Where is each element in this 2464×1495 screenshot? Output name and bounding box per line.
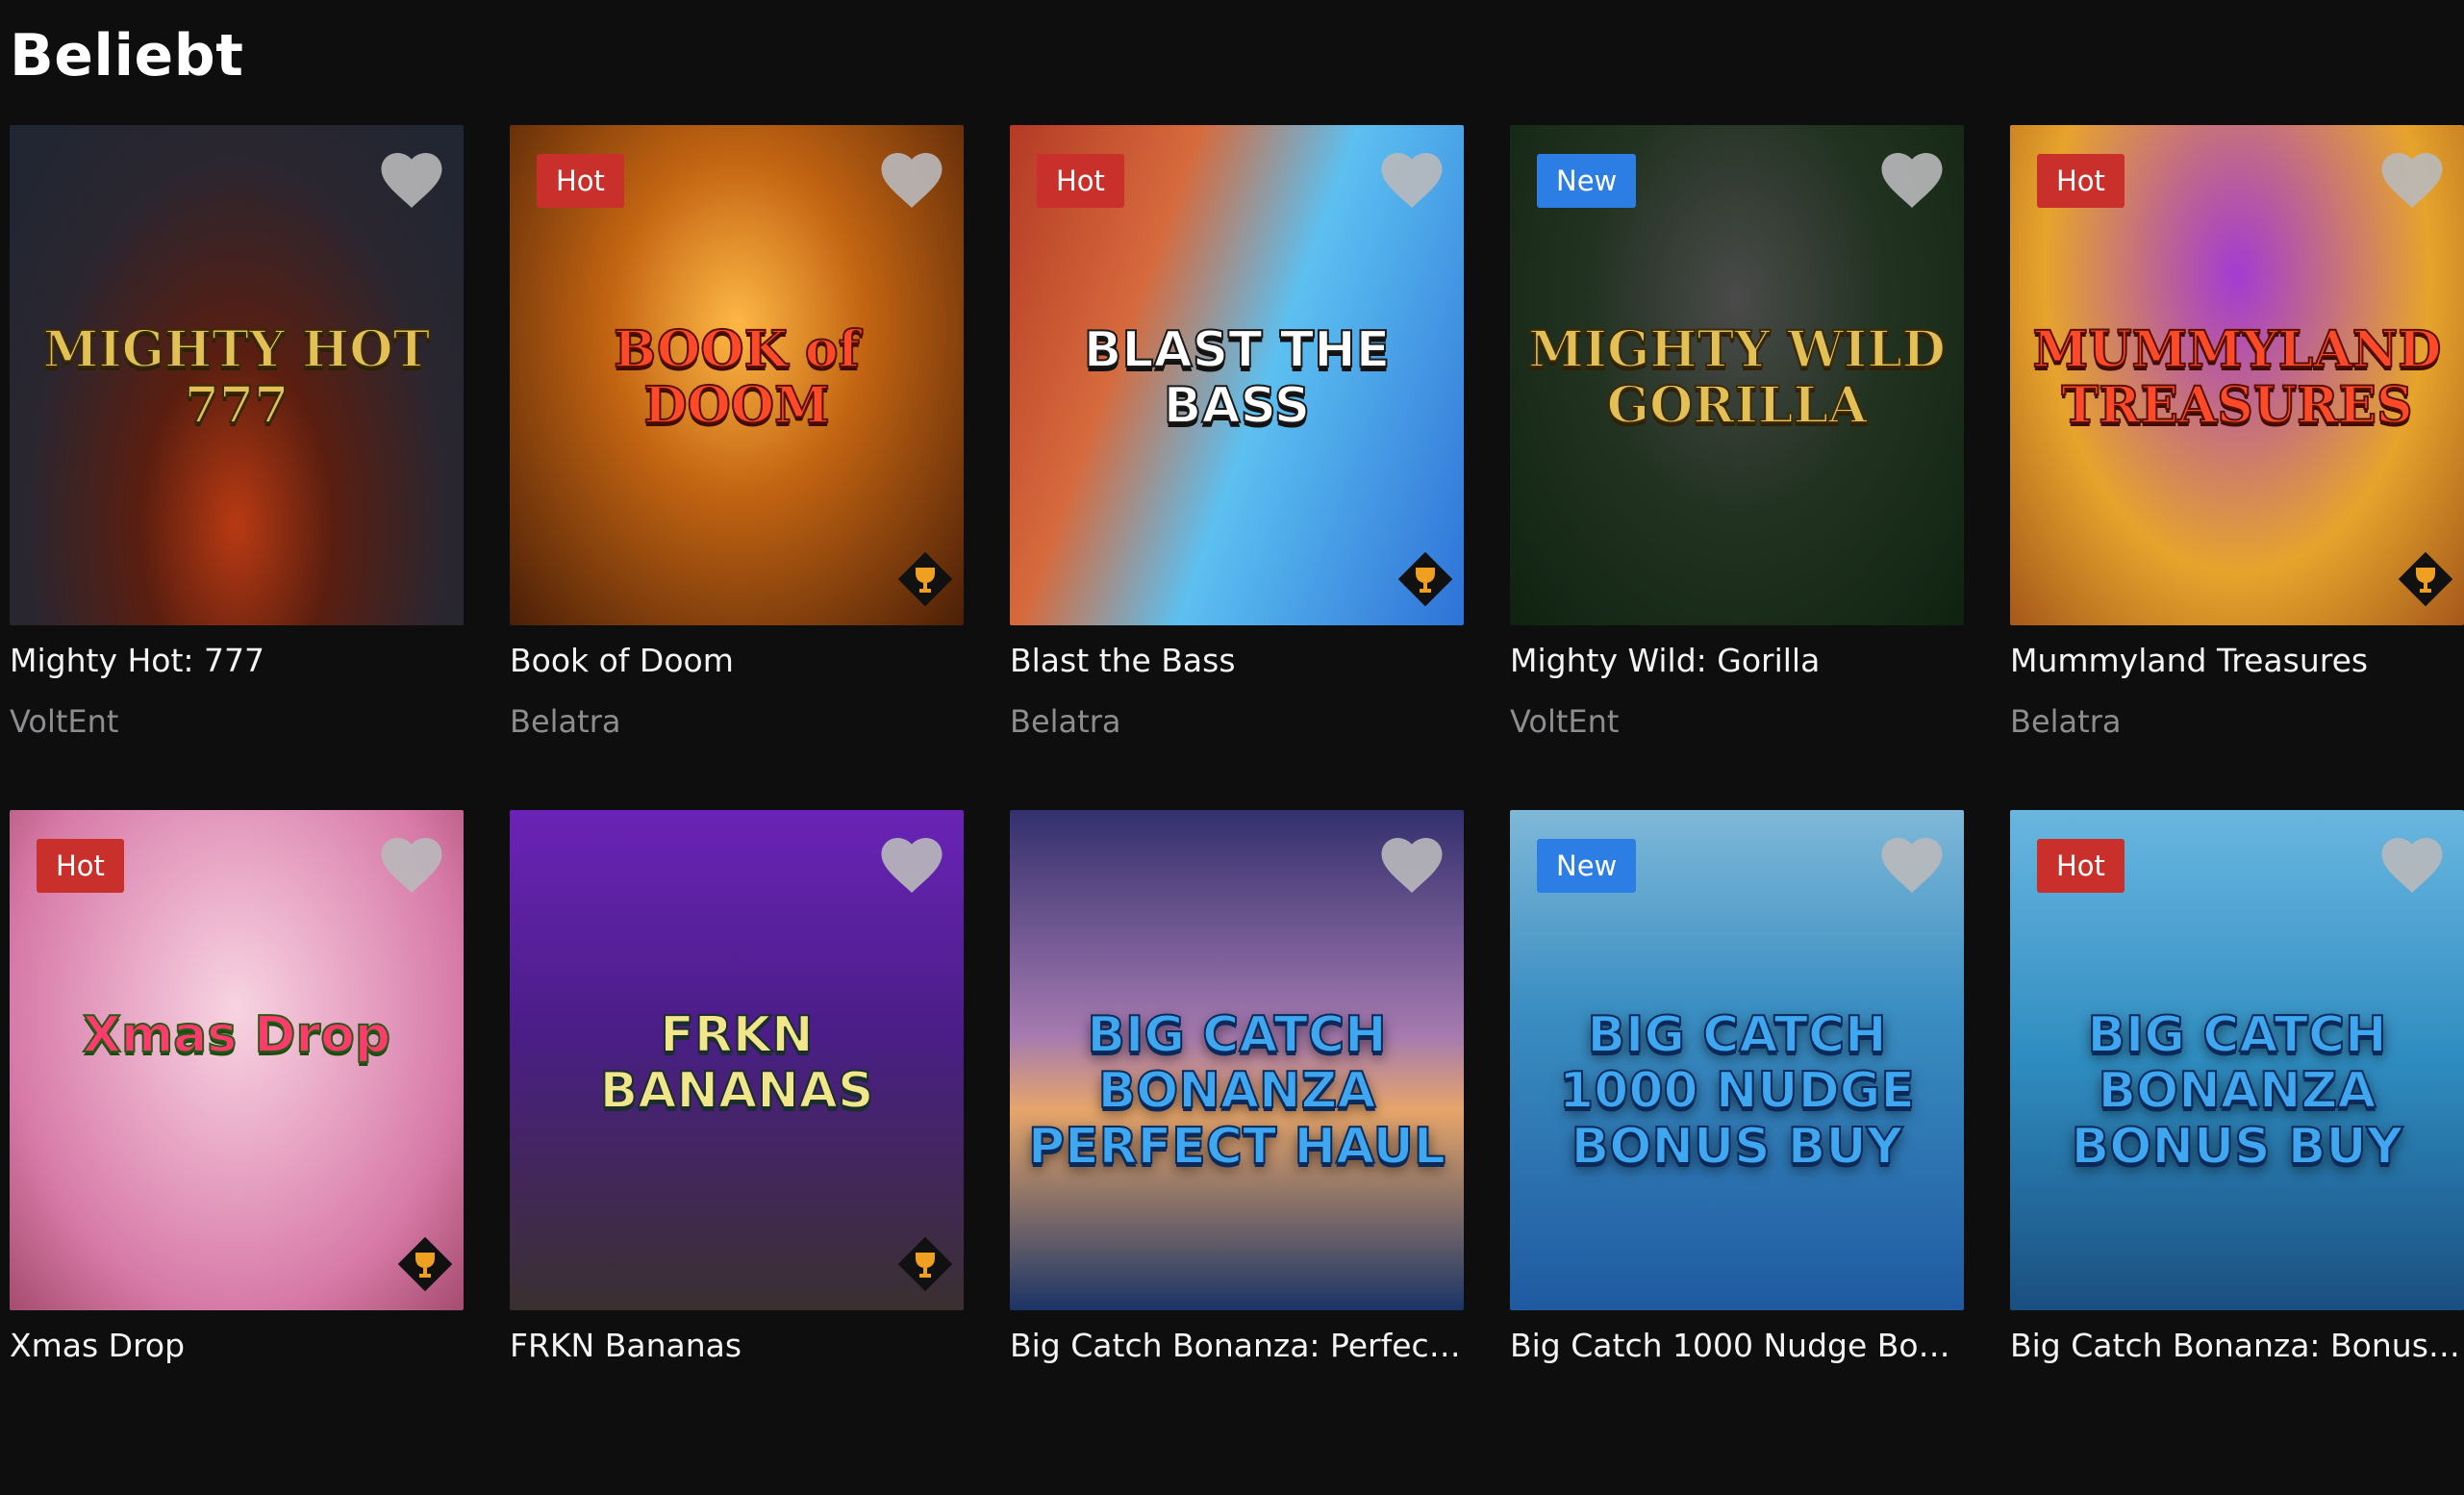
game-title[interactable]: Mighty Wild: Gorilla <box>1510 640 1964 682</box>
game-card[interactable]: BOOK of DOOM Hot Book of Doom Belatra <box>510 125 964 810</box>
game-provider: Belatra <box>1010 703 1121 740</box>
heart-icon[interactable] <box>1377 148 1446 210</box>
game-logo: MUMMYLAND TREASURES <box>2032 320 2443 435</box>
game-thumbnail[interactable]: BIG CATCH BONANZA PERFECT HAUL <box>1010 810 1464 1310</box>
game-card[interactable]: BLAST THE BASS Hot Blast the Bass Belatr… <box>1010 125 1464 810</box>
game-provider: Belatra <box>510 703 621 740</box>
game-thumbnail[interactable]: BLAST THE BASS Hot <box>1010 125 1464 625</box>
game-logo: MIGHTY WILD GORILLA <box>1527 320 1947 435</box>
game-title[interactable]: Big Catch 1000 Nudge Bonus ... <box>1510 1325 1964 1367</box>
game-provider: Belatra <box>2010 703 2122 740</box>
game-logo: BIG CATCH 1000 NUDGE BONUS BUY <box>1558 1006 1916 1176</box>
heart-icon[interactable] <box>2377 148 2447 210</box>
game-title[interactable]: Xmas Drop <box>10 1325 464 1367</box>
game-card[interactable]: MUMMYLAND TREASURES Hot Mummyland Treasu… <box>2010 125 2464 810</box>
game-thumbnail[interactable]: BOOK of DOOM Hot <box>510 125 964 625</box>
game-thumbnail[interactable]: BIG CATCH BONANZA BONUS BUY Hot <box>2010 810 2464 1310</box>
hot-badge: Hot <box>2037 154 2125 208</box>
hot-badge: Hot <box>537 154 624 208</box>
game-logo: MIGHTY HOT 777 <box>42 320 431 435</box>
game-card[interactable]: MIGHTY WILD GORILLA New Mighty Wild: Gor… <box>1510 125 1964 810</box>
new-badge: New <box>1537 839 1637 893</box>
game-provider: VoltEnt <box>1510 703 1620 740</box>
heart-icon[interactable] <box>1877 148 1947 210</box>
game-thumbnail[interactable]: MIGHTY WILD GORILLA New <box>1510 125 1964 625</box>
trophy-icon <box>898 552 952 606</box>
heart-icon[interactable] <box>377 148 446 210</box>
hot-badge: Hot <box>1037 154 1124 208</box>
game-title[interactable]: Big Catch Bonanza: Perfect Haul <box>1010 1325 1464 1367</box>
section-title: Beliebt <box>10 22 244 89</box>
game-card[interactable]: Xmas Drop Hot Xmas Drop <box>10 810 464 1495</box>
heart-icon[interactable] <box>377 833 446 895</box>
game-logo: BOOK of DOOM <box>613 320 861 435</box>
hot-badge: Hot <box>2037 839 2125 893</box>
game-thumbnail[interactable]: MUMMYLAND TREASURES Hot <box>2010 125 2464 625</box>
game-title[interactable]: Blast the Bass <box>1010 640 1464 682</box>
game-logo: Xmas Drop <box>82 1006 391 1064</box>
trophy-icon <box>398 1237 452 1291</box>
new-badge: New <box>1537 154 1637 208</box>
heart-icon[interactable] <box>1877 833 1947 895</box>
game-logo: BIG CATCH BONANZA PERFECT HAUL <box>1027 1006 1446 1176</box>
game-card[interactable]: BIG CATCH BONANZA BONUS BUY Hot Big Catc… <box>2010 810 2464 1495</box>
game-card[interactable]: BIG CATCH BONANZA PERFECT HAUL Big Catch… <box>1010 810 1464 1495</box>
game-thumbnail[interactable]: BIG CATCH 1000 NUDGE BONUS BUY New <box>1510 810 1964 1310</box>
game-title[interactable]: Big Catch Bonanza: Bonus Buy <box>2010 1325 2464 1367</box>
heart-icon[interactable] <box>1377 833 1446 895</box>
game-title[interactable]: FRKN Bananas <box>510 1325 964 1367</box>
game-card[interactable]: FRKN BANANAS FRKN Bananas <box>510 810 964 1495</box>
game-logo: BIG CATCH BONANZA BONUS BUY <box>2071 1006 2404 1176</box>
heart-icon[interactable] <box>877 833 946 895</box>
game-logo: FRKN BANANAS <box>599 1006 875 1120</box>
game-title[interactable]: Mummyland Treasures <box>2010 640 2464 682</box>
game-card[interactable]: MIGHTY HOT 777 Mighty Hot: 777 VoltEnt <box>10 125 464 810</box>
heart-icon[interactable] <box>2377 833 2447 895</box>
game-provider: VoltEnt <box>10 703 119 740</box>
heart-icon[interactable] <box>877 148 946 210</box>
game-card[interactable]: BIG CATCH 1000 NUDGE BONUS BUY New Big C… <box>1510 810 1964 1495</box>
trophy-icon <box>2399 552 2452 606</box>
game-thumbnail[interactable]: Xmas Drop Hot <box>10 810 464 1310</box>
game-logo: BLAST THE BASS <box>1083 321 1392 435</box>
game-title[interactable]: Book of Doom <box>510 640 964 682</box>
hot-badge: Hot <box>37 839 124 893</box>
games-grid: MIGHTY HOT 777 Mighty Hot: 777 VoltEnt B… <box>10 125 2464 1495</box>
trophy-icon <box>898 1237 952 1291</box>
game-thumbnail[interactable]: FRKN BANANAS <box>510 810 964 1310</box>
trophy-icon <box>1398 552 1452 606</box>
game-thumbnail[interactable]: MIGHTY HOT 777 <box>10 125 464 625</box>
game-title[interactable]: Mighty Hot: 777 <box>10 640 464 682</box>
